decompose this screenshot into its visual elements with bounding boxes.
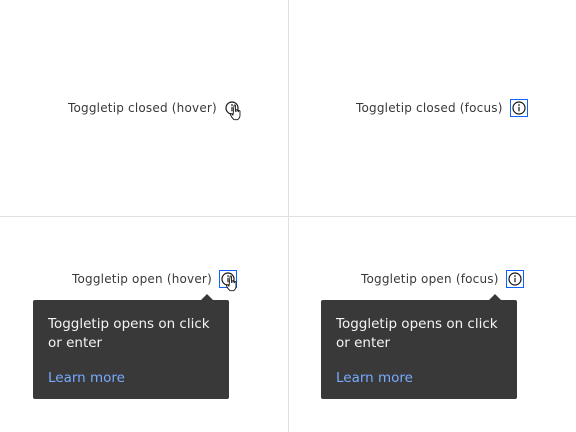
hand-cursor-icon [229,104,241,121]
toggletip-popover: Toggletip opens on click or enter Learn … [321,294,517,399]
toggletip-body-text: Toggletip opens on click or enter [48,316,210,351]
horizontal-divider [0,216,576,217]
info-icon [511,101,526,115]
info-toggle-button[interactable] [224,100,241,121]
toggletip-label: Toggletip closed (hover) [68,101,217,115]
toggletip-open-focus: Toggletip open (focus) [361,270,524,288]
info-icon [508,272,522,286]
learn-more-link[interactable]: Learn more [48,370,125,386]
toggletip-label: Toggletip open (focus) [361,272,499,286]
toggletip-open-hover: Toggletip open (hover) [72,270,237,292]
info-toggle-button[interactable] [505,270,524,288]
toggletip-label: Toggletip closed (focus) [356,101,503,115]
learn-more-link[interactable]: Learn more [336,370,413,386]
toggletip-label: Toggletip open (hover) [72,272,212,286]
info-toggle-button[interactable] [509,99,528,117]
toggletip-body-text: Toggletip opens on click or enter [336,316,498,351]
info-toggle-button[interactable] [218,270,237,292]
toggletip-popover: Toggletip opens on click or enter Learn … [33,294,229,399]
hand-cursor-icon [225,275,237,292]
toggletip-closed-focus: Toggletip closed (focus) [356,99,528,117]
toggletip-closed-hover: Toggletip closed (hover) [68,99,241,121]
